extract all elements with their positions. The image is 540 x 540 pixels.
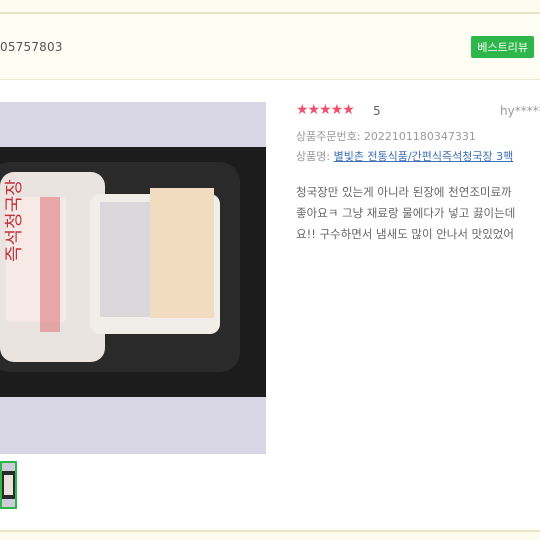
photo-thumbnail[interactable] — [0, 461, 17, 509]
product-name-link[interactable]: 별빛촌 전통식품/간편식즉석청국장 3팩 — [334, 150, 514, 163]
review-number: 05757803 — [0, 40, 63, 54]
review-info: ★★★★★ 5 hy***** 상품주문번호: 2022101180347331… — [296, 100, 540, 166]
reviewer-id: hy***** — [500, 104, 540, 118]
order-number-label: 상품주문번호: — [296, 130, 361, 143]
review-content: 청국장만 있는게 아니라 된장에 천연조미료까 좋아요ㅋ 그냥 재료랑 물에다가… — [296, 182, 540, 245]
product-name-row: 상품명: 별빛촌 전통식품/간편식즉석청국장 3팩 — [296, 148, 540, 166]
review-content-line: 청국장만 있는게 아니라 된장에 천연조미료까 — [296, 185, 512, 199]
product-label-text: 즉석청국장 — [4, 179, 25, 262]
rating-row: ★★★★★ 5 hy***** — [296, 100, 540, 122]
review-content-line: 좋아요ㅋ 그냥 재료랑 물에다가 넣고 끓이는데 — [296, 206, 516, 220]
best-review-badge: 베스트리뷰 — [471, 36, 534, 58]
star-rating-icon: ★★★★★ — [296, 102, 355, 118]
rating-score: 5 — [373, 104, 381, 118]
review-header: 05757803 베스트리뷰 — [0, 14, 540, 80]
product-name-label: 상품명: — [296, 150, 331, 163]
order-number-row: 상품주문번호: 2022101180347331 — [296, 128, 540, 146]
review-photo[interactable]: 즉석청국장 — [0, 102, 266, 454]
order-number-value: 2022101180347331 — [363, 130, 476, 143]
product-photo-image: 즉석청국장 — [0, 102, 266, 454]
review-content-line: 요!! 구수하면서 냄새도 많이 안나서 맛있었어 — [296, 227, 514, 241]
thumbnail-image — [2, 463, 15, 507]
